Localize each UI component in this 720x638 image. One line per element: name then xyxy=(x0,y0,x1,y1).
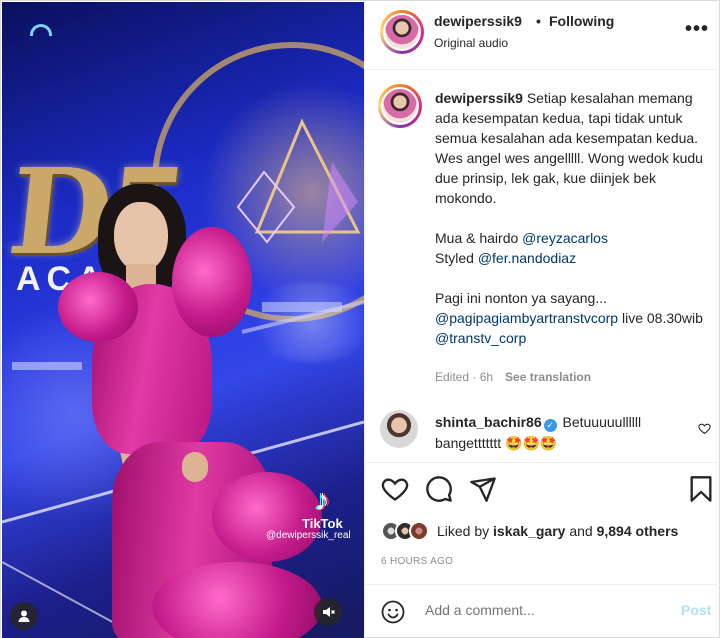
mention-link[interactable]: @transtv_corp xyxy=(435,330,526,346)
post-caption: dewiperssik9 Setiap kesalahan memang ada… xyxy=(435,88,713,348)
mute-icon xyxy=(323,607,335,617)
post-media[interactable]: D5 ACA ♪ TikTok @dewiperssik_real xyxy=(2,2,364,638)
person-face xyxy=(114,202,168,272)
share-icon[interactable] xyxy=(469,475,497,503)
mention-link[interactable]: @reyzacarlos xyxy=(522,230,608,246)
edited-time: Edited · 6h xyxy=(435,370,494,384)
verified-badge-icon: ✓ xyxy=(543,419,557,432)
likes-summary[interactable]: Liked by iskak_gary and 9,894 others xyxy=(381,519,678,543)
likes-count[interactable]: 9,894 others xyxy=(597,523,679,539)
more-icon[interactable]: ••• xyxy=(685,18,709,41)
liker-avatar xyxy=(409,521,429,541)
post-button[interactable]: Post xyxy=(681,602,711,618)
user-icon xyxy=(18,610,30,622)
following-button[interactable]: Following xyxy=(549,13,614,29)
caption-username[interactable]: dewiperssik9 xyxy=(435,90,523,106)
mention-link[interactable]: @fer.nandodiaz xyxy=(478,250,576,266)
comments-section: dewiperssik9 Setiap kesalahan memang ada… xyxy=(365,71,720,461)
liker-username[interactable]: iskak_gary xyxy=(493,523,565,539)
commenter-username[interactable]: shinta_bachir86 xyxy=(435,414,542,430)
caption-meta: Edited · 6h See translation xyxy=(435,370,591,384)
promo-text: Pagi ini nonton ya sayang... xyxy=(435,290,608,306)
comment: shinta_bachir86 ✓ Betuuuuullllll bangettt… xyxy=(435,412,675,454)
dress-ruffle xyxy=(58,272,138,342)
comment-icon[interactable] xyxy=(425,475,453,503)
person-hand xyxy=(182,452,208,482)
tiktok-brand: TikTok xyxy=(302,516,343,531)
post-frame: D5 ACA ♪ TikTok @dewiperssik_real dewipe… xyxy=(0,0,720,638)
add-comment-bar: Post xyxy=(365,584,720,638)
avatar xyxy=(381,87,419,125)
promo-time: live 08.30wib xyxy=(621,310,703,326)
commenter-avatar[interactable] xyxy=(380,410,418,448)
author-avatar[interactable] xyxy=(380,10,424,54)
tiktok-handle: @dewiperssik_real xyxy=(266,530,351,541)
likes-text: Liked by iskak_gary and 9,894 others xyxy=(437,523,678,539)
post-header: dewiperssik9 • Following Original audio … xyxy=(365,2,720,70)
mute-button[interactable] xyxy=(314,598,342,626)
avatar xyxy=(383,13,421,51)
header-separator: • xyxy=(536,13,541,29)
tagged-users-button[interactable] xyxy=(10,602,38,630)
likes-prefix: Liked by xyxy=(437,523,490,539)
post-timestamp[interactable]: 6 HOURS AGO xyxy=(381,556,453,567)
credit-styled-label: Styled xyxy=(435,250,474,266)
bookmark-icon[interactable] xyxy=(687,475,715,503)
likes-and: and xyxy=(569,523,593,539)
audio-link[interactable]: Original audio xyxy=(434,36,508,50)
tiktok-watermark: ♪ TikTok xyxy=(302,484,343,532)
caption-avatar[interactable] xyxy=(378,84,422,128)
credit-mua-label: Mua & hairdo xyxy=(435,230,519,246)
dress-ruffle xyxy=(172,227,252,337)
comment-input[interactable] xyxy=(425,602,665,618)
tiktok-icon: ♪ xyxy=(314,484,330,517)
author-username[interactable]: dewiperssik9 xyxy=(434,13,522,29)
heart-icon[interactable] xyxy=(381,475,409,503)
action-bar xyxy=(365,462,720,518)
see-translation-link[interactable]: See translation xyxy=(505,370,591,384)
post-panel: dewiperssik9 • Following Original audio … xyxy=(364,2,720,638)
emoji-icon[interactable] xyxy=(381,600,405,624)
comment-like-icon[interactable] xyxy=(698,422,711,435)
caption-text: Setiap kesalahan memang ada kesempatan k… xyxy=(435,90,703,206)
mention-link[interactable]: @pagipagiambyartranstvcorp xyxy=(435,310,618,326)
